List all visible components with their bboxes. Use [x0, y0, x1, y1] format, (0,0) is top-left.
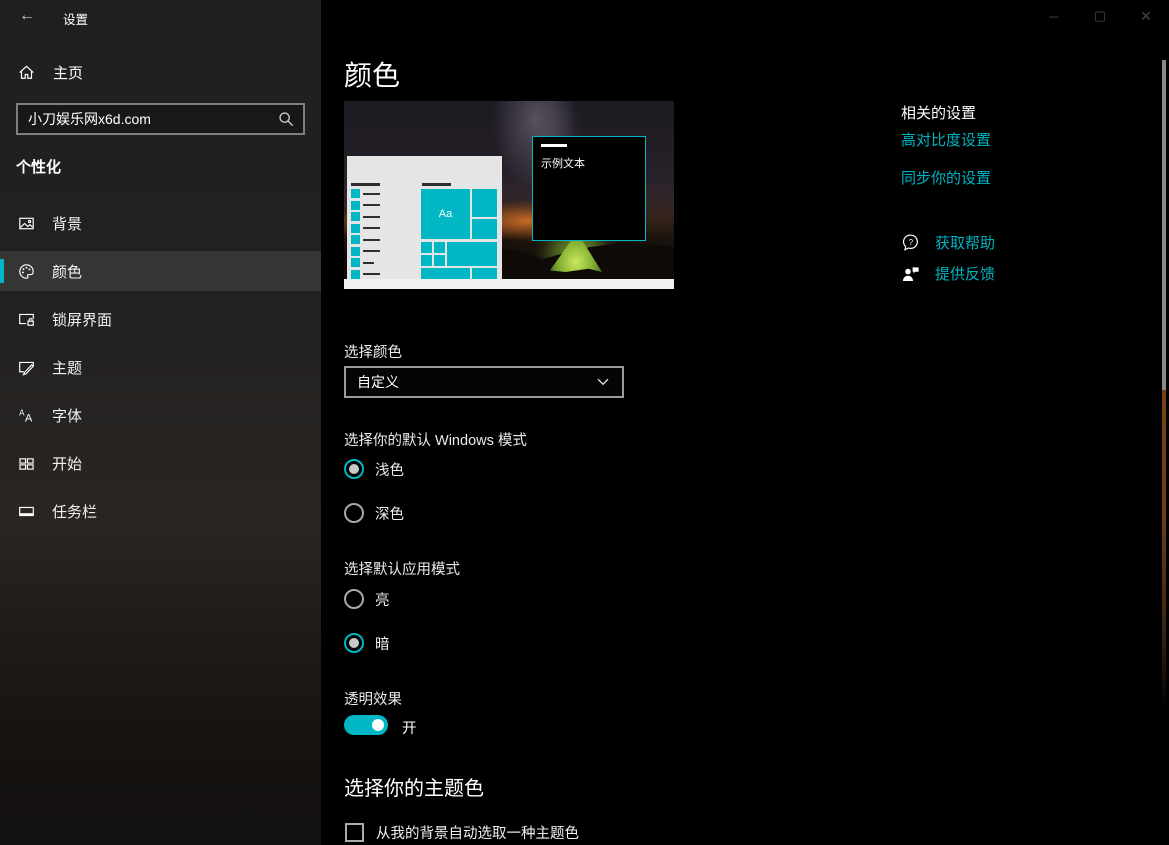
- feedback-link[interactable]: 提供反馈: [901, 263, 995, 284]
- lockscreen-icon: [18, 311, 35, 328]
- help-bubble-icon: ?: [901, 233, 921, 253]
- preview-taskbar: [344, 279, 674, 289]
- preview-start-menu: Aa: [347, 156, 502, 279]
- sidebar-item-themes[interactable]: 主题: [0, 347, 321, 387]
- dropdown-selected-value: 自定义: [346, 372, 597, 392]
- sidebar-item-label: 颜色: [52, 261, 82, 282]
- high-contrast-link[interactable]: 高对比度设置: [901, 129, 991, 150]
- radio-windows-dark[interactable]: 深色: [344, 503, 404, 523]
- sidebar-item-label: 背景: [52, 213, 82, 234]
- taskbar-icon: [18, 503, 35, 520]
- app-mode-label: 选择默认应用模式: [344, 558, 460, 579]
- sidebar-item-colors[interactable]: 颜色: [0, 251, 321, 291]
- get-help-label: 获取帮助: [935, 232, 995, 253]
- search-input[interactable]: [18, 111, 277, 127]
- sidebar-item-label: 开始: [52, 453, 82, 474]
- close-icon: ✕: [1140, 8, 1152, 25]
- sidebar: ← 设置 主页 个性化 背景: [0, 0, 321, 845]
- scrollbar-thumb[interactable]: [1162, 60, 1166, 390]
- radio-button-selected[interactable]: [344, 459, 364, 479]
- back-button[interactable]: ←: [16, 5, 38, 27]
- radio-button[interactable]: [344, 503, 364, 523]
- choose-color-label: 选择颜色: [344, 341, 402, 362]
- maximize-button[interactable]: ▢: [1077, 0, 1123, 32]
- search-icon[interactable]: [277, 110, 295, 128]
- color-mode-dropdown[interactable]: 自定义: [344, 366, 624, 398]
- radio-label: 深色: [375, 503, 404, 524]
- maximize-icon: ▢: [1094, 8, 1106, 24]
- themes-icon: [18, 359, 35, 376]
- sidebar-item-fonts[interactable]: A A 字体: [0, 395, 321, 435]
- chevron-down-icon: [597, 378, 609, 386]
- sidebar-item-taskbar[interactable]: 任务栏: [0, 491, 321, 531]
- minimize-icon: ─: [1049, 9, 1058, 24]
- preview-sample-window: 示例文本: [532, 136, 646, 241]
- sidebar-item-label: 主题: [52, 357, 82, 378]
- back-arrow-icon: ←: [19, 7, 35, 25]
- sidebar-item-home[interactable]: 主页: [0, 52, 321, 92]
- radio-app-light[interactable]: 亮: [344, 589, 390, 609]
- transparency-toggle[interactable]: [344, 715, 388, 735]
- sidebar-item-label: 任务栏: [52, 501, 97, 522]
- preview-tile-aa-label: Aa: [439, 208, 452, 220]
- sidebar-item-background[interactable]: 背景: [0, 203, 321, 243]
- auto-accent-label: 从我的背景自动选取一种主题色: [376, 822, 579, 843]
- preview-sample-title-dash: [541, 144, 567, 147]
- radio-label: 亮: [375, 589, 390, 610]
- feedback-person-icon: [901, 264, 921, 284]
- svg-text:A: A: [25, 412, 33, 424]
- feedback-label: 提供反馈: [935, 263, 995, 284]
- window-controls: ─ ▢ ✕: [1031, 0, 1169, 32]
- fonts-icon: A A: [18, 407, 35, 424]
- auto-accent-checkbox[interactable]: [345, 823, 364, 842]
- sidebar-item-label: 字体: [52, 405, 82, 426]
- home-icon: [18, 64, 35, 81]
- settings-search-box[interactable]: [16, 103, 305, 135]
- minimize-button[interactable]: ─: [1031, 0, 1077, 32]
- windows-mode-label: 选择你的默认 Windows 模式: [344, 429, 527, 450]
- transparency-state-label: 开: [402, 717, 417, 738]
- radio-app-dark[interactable]: 暗: [344, 633, 390, 653]
- palette-icon: [18, 263, 35, 280]
- svg-text:?: ?: [909, 238, 914, 247]
- start-icon: [18, 455, 35, 472]
- transparency-label: 透明效果: [344, 688, 402, 709]
- radio-button[interactable]: [344, 589, 364, 609]
- app-title: 设置: [63, 9, 88, 28]
- page-title: 颜色: [344, 54, 400, 94]
- get-help-link[interactable]: ? 获取帮助: [901, 232, 995, 253]
- background-image-icon: [18, 215, 35, 232]
- scrollbar-track[interactable]: [1162, 0, 1166, 845]
- sidebar-item-label: 主页: [53, 62, 83, 83]
- sync-settings-link[interactable]: 同步你的设置: [901, 167, 991, 188]
- scrollbar-track-tint: [1162, 388, 1166, 708]
- preview-tiles-title-dash: [422, 183, 451, 186]
- preview-tile-aa: Aa: [421, 189, 470, 239]
- preview-sample-text: 示例文本: [541, 155, 585, 171]
- radio-label: 暗: [375, 633, 390, 654]
- sidebar-item-start[interactable]: 开始: [0, 443, 321, 483]
- color-preview-image: Aa 示例文本: [344, 101, 674, 289]
- content-area: 颜色 Aa: [321, 0, 1169, 845]
- auto-accent-row[interactable]: 从我的背景自动选取一种主题色: [345, 822, 579, 842]
- preview-menu-title-dash: [351, 183, 380, 186]
- radio-button-selected[interactable]: [344, 633, 364, 653]
- sidebar-section-header: 个性化: [16, 156, 61, 177]
- selected-accent-bar: [0, 259, 4, 283]
- sidebar-item-lockscreen[interactable]: 锁屏界面: [0, 299, 321, 339]
- sidebar-item-label: 锁屏界面: [52, 309, 112, 330]
- accent-color-heading: 选择你的主题色: [344, 772, 484, 801]
- radio-label: 浅色: [375, 459, 404, 480]
- related-settings-header: 相关的设置: [901, 102, 976, 123]
- radio-windows-light[interactable]: 浅色: [344, 459, 404, 479]
